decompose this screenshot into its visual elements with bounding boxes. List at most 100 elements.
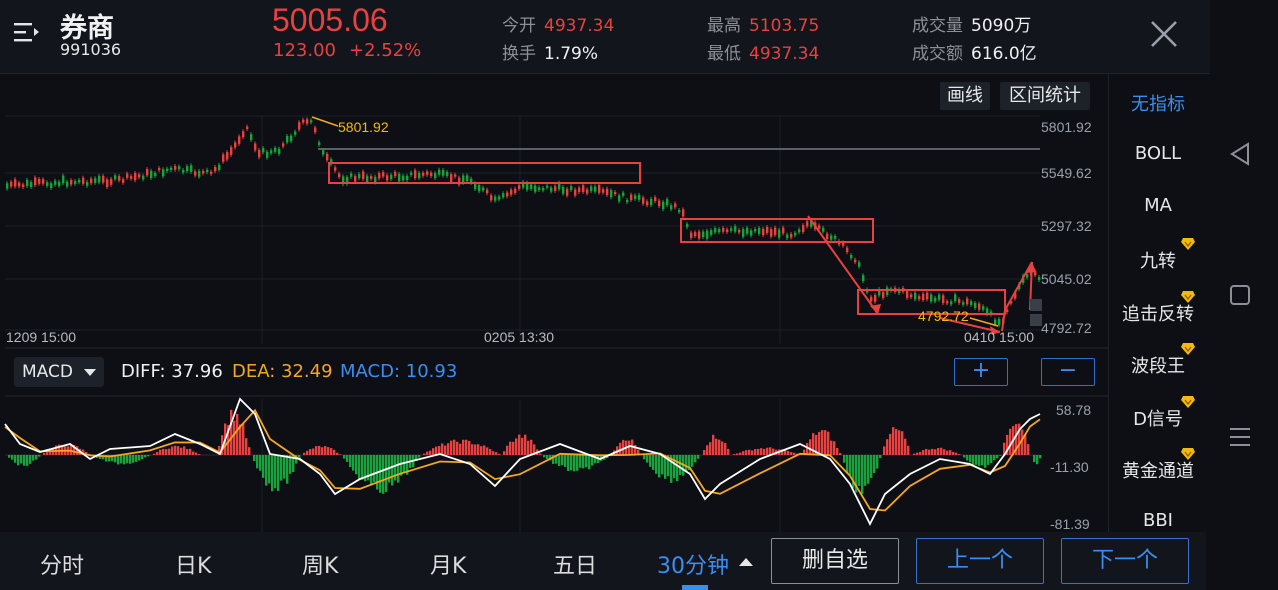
candle bbox=[694, 232, 697, 236]
zoom-in-button[interactable]: + bbox=[954, 358, 1008, 386]
candle bbox=[390, 174, 393, 180]
kline-chart[interactable]: 5801.92 4792.72 5801.92 5549.62 5297.32 … bbox=[0, 74, 1108, 532]
macd-bar bbox=[901, 431, 904, 455]
draw-line-button[interactable]: 画线 bbox=[940, 82, 990, 110]
macd-bar bbox=[790, 452, 793, 455]
candle bbox=[914, 292, 917, 300]
next-stock-button[interactable]: 下一个 bbox=[1061, 538, 1189, 584]
candle bbox=[622, 192, 625, 196]
macd-bar bbox=[462, 439, 465, 455]
macd-bar bbox=[147, 455, 150, 457]
macd-bar bbox=[709, 442, 712, 455]
tab-weekly-k[interactable]: 周K bbox=[302, 548, 338, 580]
macd-bar bbox=[733, 454, 736, 455]
candle bbox=[490, 195, 493, 201]
menu-icon[interactable] bbox=[14, 20, 40, 44]
macd-bar bbox=[661, 455, 664, 475]
macd-bar bbox=[315, 446, 318, 455]
candle bbox=[354, 176, 357, 182]
macd-bar bbox=[17, 455, 20, 466]
caret-down-icon bbox=[84, 369, 96, 376]
macd-bar bbox=[397, 455, 400, 483]
candle bbox=[86, 181, 89, 186]
macd-bar bbox=[459, 443, 462, 455]
candle bbox=[754, 228, 757, 232]
candle bbox=[362, 171, 365, 179]
candle bbox=[106, 179, 109, 188]
candle bbox=[666, 199, 669, 206]
candle bbox=[370, 176, 373, 179]
candle bbox=[930, 294, 933, 302]
tab-30-minute[interactable]: 30分钟 bbox=[657, 548, 729, 580]
vip-badge-icon bbox=[1181, 448, 1195, 460]
diff-value: DIFF: 37.96 bbox=[121, 361, 223, 382]
candle bbox=[314, 127, 317, 133]
amount-value: 616.0亿 bbox=[971, 44, 1037, 64]
macd-bar bbox=[715, 438, 718, 455]
candle bbox=[826, 233, 829, 240]
home-icon[interactable] bbox=[1229, 284, 1251, 306]
macd-bar bbox=[171, 446, 174, 455]
macd-bar bbox=[373, 455, 376, 483]
caret-up-icon[interactable] bbox=[739, 557, 753, 567]
candle bbox=[382, 172, 385, 177]
macd-bar bbox=[751, 450, 754, 455]
candle bbox=[638, 194, 641, 200]
macd-bar bbox=[643, 455, 646, 460]
tab-monthly-k[interactable]: 月K bbox=[430, 548, 466, 580]
indicator-boll[interactable]: BOLL bbox=[1109, 143, 1207, 164]
candle bbox=[110, 178, 113, 185]
indicator-none[interactable]: 无指标 bbox=[1109, 90, 1207, 116]
close-icon[interactable] bbox=[1148, 18, 1180, 50]
macd-bar bbox=[827, 431, 830, 455]
macd-bar bbox=[245, 438, 248, 455]
vip-badge-icon bbox=[1181, 291, 1195, 303]
tab-intraday[interactable]: 分时 bbox=[40, 548, 84, 580]
macd-bar bbox=[879, 455, 882, 459]
tab-five-day[interactable]: 五日 bbox=[553, 548, 597, 580]
macd-bar bbox=[849, 455, 852, 476]
candle bbox=[802, 225, 805, 232]
candle bbox=[578, 187, 581, 192]
low-stat: 最低 4937.34 bbox=[707, 39, 819, 64]
macd-tick: -81.39 bbox=[1050, 516, 1090, 532]
previous-stock-button[interactable]: 上一个 bbox=[916, 538, 1044, 584]
remove-watchlist-button[interactable]: 删自选 bbox=[771, 538, 899, 584]
macd-bar bbox=[38, 455, 41, 457]
candle bbox=[614, 192, 617, 195]
indicator-selector[interactable]: MACD bbox=[14, 357, 104, 387]
candle bbox=[846, 247, 849, 253]
candle bbox=[610, 190, 613, 198]
indicator-bbi[interactable]: BBI bbox=[1109, 510, 1207, 531]
macd-bar bbox=[975, 455, 978, 465]
candle bbox=[386, 175, 389, 181]
macd-bar bbox=[861, 455, 864, 495]
macd-bar bbox=[349, 455, 352, 468]
tab-daily-k[interactable]: 日K bbox=[175, 548, 211, 580]
recents-icon[interactable] bbox=[1228, 426, 1252, 448]
zoom-out-button[interactable]: − bbox=[1041, 358, 1095, 386]
macd-bar bbox=[156, 451, 159, 455]
indicator-ma[interactable]: MA bbox=[1109, 195, 1207, 216]
candle bbox=[66, 181, 69, 187]
candle bbox=[258, 150, 261, 158]
candle bbox=[438, 169, 441, 175]
macd-bar bbox=[242, 423, 245, 455]
candle bbox=[938, 294, 941, 300]
indicator-selector-label: MACD bbox=[22, 362, 73, 382]
macd-bar bbox=[579, 455, 582, 468]
macd-bar bbox=[126, 455, 129, 464]
candle bbox=[166, 168, 169, 172]
range-stats-button[interactable]: 区间统计 bbox=[1000, 82, 1090, 110]
macd-bar bbox=[506, 445, 509, 455]
macd-bar bbox=[280, 455, 283, 481]
candle bbox=[298, 122, 301, 130]
candle bbox=[150, 170, 153, 178]
macd-bar bbox=[327, 447, 330, 455]
macd-bar bbox=[233, 420, 236, 455]
macd-bar bbox=[444, 445, 447, 455]
volume-value: 5090万 bbox=[971, 16, 1032, 36]
back-icon[interactable] bbox=[1228, 142, 1252, 166]
candle bbox=[922, 293, 925, 301]
candle bbox=[678, 209, 681, 213]
